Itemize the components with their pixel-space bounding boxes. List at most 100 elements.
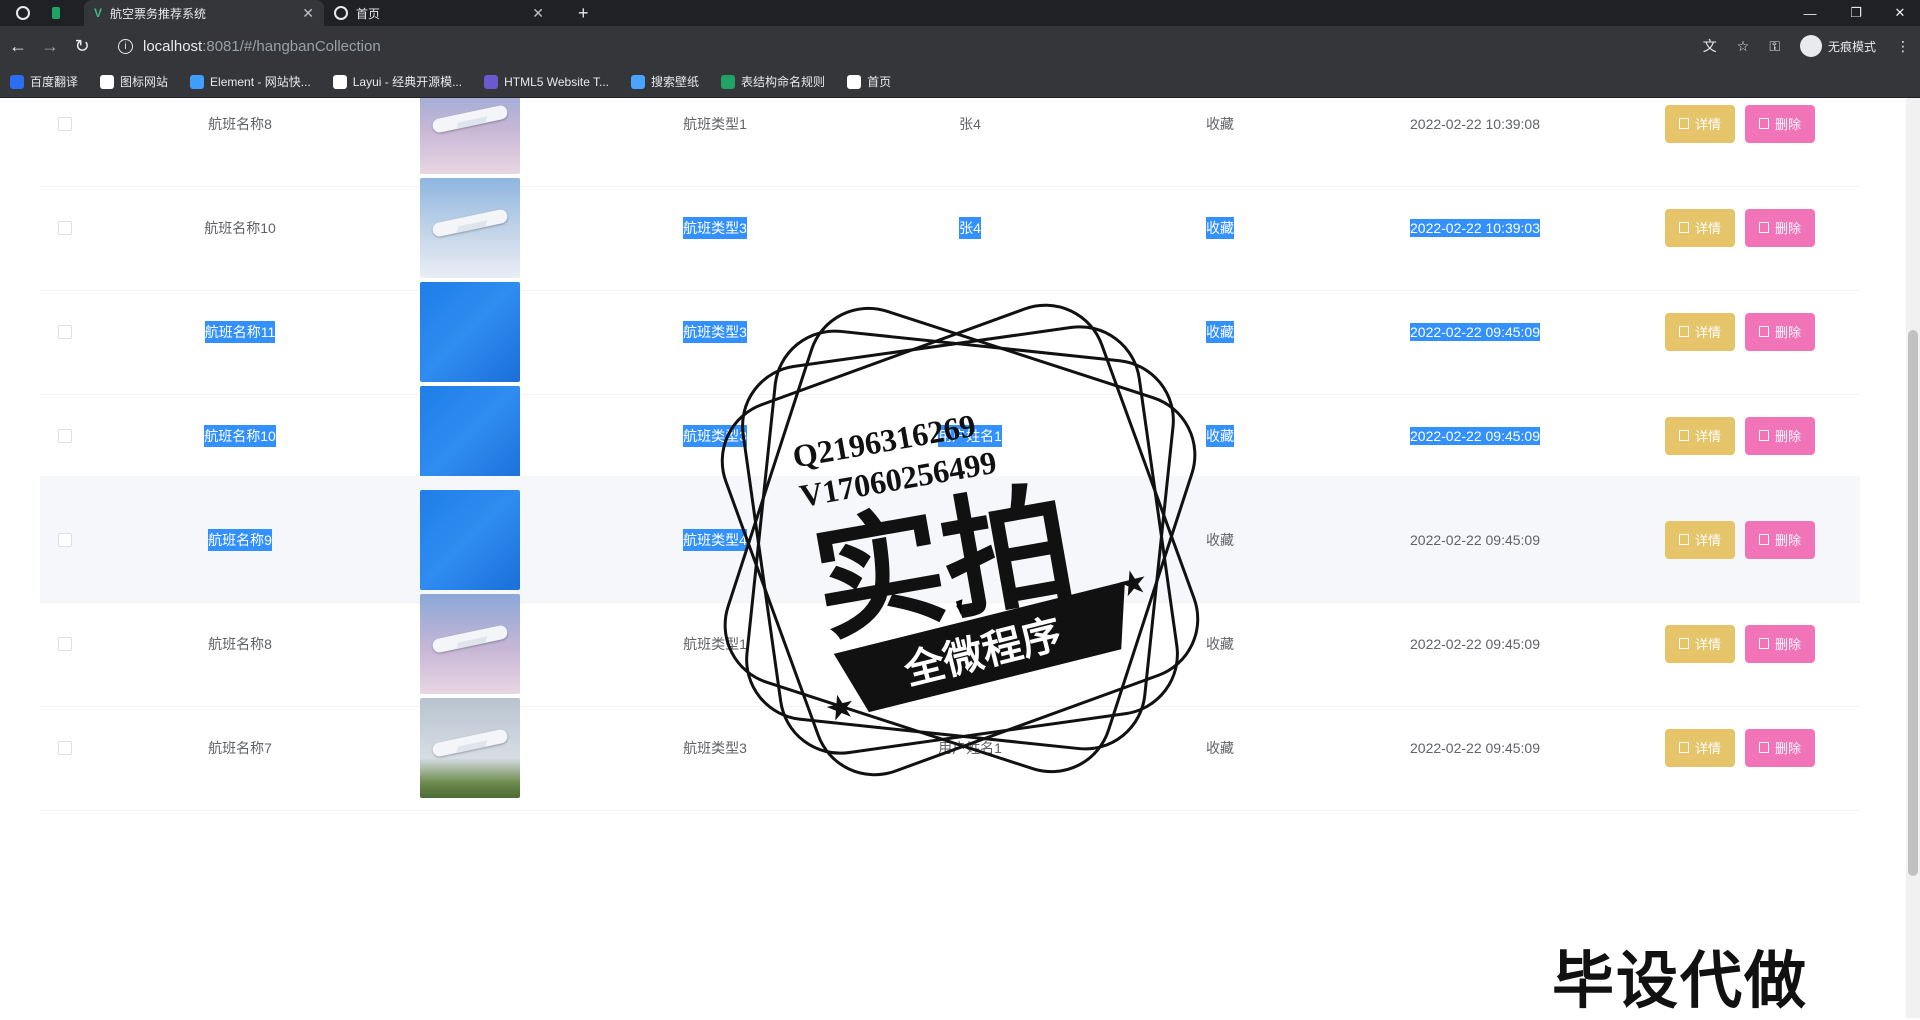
bookmark-icon xyxy=(847,74,862,89)
delete-label: 删除 xyxy=(1775,533,1802,548)
bookmark-icon xyxy=(721,74,736,89)
row-checkbox[interactable] xyxy=(58,116,72,131)
cell-text: 收藏 xyxy=(1206,216,1234,239)
user-cell: 用户姓名1 xyxy=(860,684,1080,811)
detail-button[interactable]: 详情 xyxy=(1664,104,1735,143)
row-checkbox[interactable] xyxy=(58,636,72,651)
cell-text: 2022-02-22 09:45:09 xyxy=(1410,322,1540,341)
delete-button[interactable]: 删除 xyxy=(1745,624,1816,663)
cell-text: 收藏 xyxy=(1206,424,1234,447)
bookmark-item[interactable]: 首页 xyxy=(847,73,891,90)
cell-text: 航班名称10 xyxy=(204,219,276,236)
bookmark-item[interactable]: Element - 网站快... xyxy=(190,73,311,90)
info-icon[interactable]: i xyxy=(118,38,133,54)
detail-button[interactable]: 详情 xyxy=(1664,520,1735,559)
flight-image[interactable] xyxy=(420,489,520,590)
corner-watermark: 毕设代做 xyxy=(1552,944,1809,1017)
bookmark-label: 表结构命名规则 xyxy=(741,75,826,89)
document-icon xyxy=(1678,222,1689,233)
row-checkbox-cell[interactable] xyxy=(40,684,90,811)
detail-button[interactable]: 详情 xyxy=(1664,312,1735,351)
bookmark-item[interactable]: HTML5 Website T... xyxy=(484,74,609,89)
reload-icon[interactable]: ↻ xyxy=(70,34,94,58)
detail-label: 详情 xyxy=(1694,221,1721,236)
detail-button[interactable]: 详情 xyxy=(1664,208,1735,247)
trash-icon xyxy=(1759,534,1769,545)
bookmark-item[interactable]: 搜索壁纸 xyxy=(631,73,699,90)
delete-button[interactable]: 删除 xyxy=(1745,416,1816,455)
back-icon[interactable]: ← xyxy=(6,34,30,58)
cell-text: 航班类型1 xyxy=(683,115,747,132)
translate-icon[interactable]: 文 xyxy=(1703,36,1717,56)
close-tab-icon[interactable]: ✕ xyxy=(302,5,314,22)
row-checkbox[interactable] xyxy=(58,532,72,547)
browser-menu-icon[interactable] xyxy=(6,0,42,26)
cell-text: 航班名称7 xyxy=(208,739,272,756)
close-tab-icon[interactable]: ✕ xyxy=(532,5,544,22)
cell-text: 航班名称11 xyxy=(204,320,276,343)
cell-text: 航班类型3 xyxy=(683,739,747,756)
cell-text: 张4 xyxy=(959,216,981,239)
document-icon xyxy=(1678,742,1689,753)
star-icon[interactable]: ☆ xyxy=(1737,38,1750,55)
trash-icon xyxy=(1759,118,1769,129)
incognito-badge[interactable]: 无痕模式 xyxy=(1799,35,1876,57)
detail-button[interactable]: 详情 xyxy=(1664,416,1735,455)
url-field[interactable]: i localhost:8081/#/hangbanCollection xyxy=(118,32,1678,60)
flight-image-cell xyxy=(380,684,560,811)
url-path: :8081/#/hangbanCollection xyxy=(202,37,381,55)
more-menu-icon[interactable]: ⋮ xyxy=(1896,38,1910,55)
row-checkbox[interactable] xyxy=(58,428,72,443)
bookmark-item[interactable]: Layui - 经典开源模... xyxy=(332,73,463,90)
cell-text: 航班类型3 xyxy=(683,216,747,239)
delete-label: 删除 xyxy=(1775,221,1802,236)
cell-text: 2022-02-22 10:39:03 xyxy=(1410,218,1540,237)
detail-button[interactable]: 详情 xyxy=(1664,728,1735,767)
globe-icon xyxy=(334,6,348,20)
table-row[interactable]: 航班名称7 航班类型3 用户姓名1 收藏 2022-02-22 09:45:09 详情 删除 xyxy=(40,684,1860,811)
bookmark-item[interactable]: 百度翻译 xyxy=(10,73,78,90)
detail-label: 详情 xyxy=(1694,325,1721,340)
bookmark-item[interactable]: 表结构命名规则 xyxy=(721,73,825,90)
delete-button[interactable]: 删除 xyxy=(1745,104,1816,143)
pinned-tab-icon[interactable] xyxy=(42,0,70,26)
bookmark-label: Layui - 经典开源模... xyxy=(352,75,463,89)
flight-image[interactable] xyxy=(420,385,520,486)
flight-image[interactable] xyxy=(420,177,520,278)
scrollbar-thumb[interactable] xyxy=(1908,330,1918,876)
delete-button[interactable]: 删除 xyxy=(1745,520,1816,559)
row-checkbox[interactable] xyxy=(58,220,72,235)
flight-image[interactable] xyxy=(420,98,520,174)
flight-image[interactable] xyxy=(420,593,520,694)
delete-button[interactable]: 删除 xyxy=(1745,312,1816,351)
detail-button[interactable]: 详情 xyxy=(1664,624,1735,663)
delete-button[interactable]: 删除 xyxy=(1745,728,1816,767)
cell-text: 2022-02-22 09:45:09 xyxy=(1410,531,1540,548)
tab-flight-system[interactable]: V 航空票务推荐系统 ✕ xyxy=(84,0,324,26)
url-host: localhost xyxy=(143,37,203,55)
row-checkbox[interactable] xyxy=(58,740,72,755)
close-window-icon[interactable]: ✕ xyxy=(1880,0,1920,26)
trash-icon xyxy=(1759,638,1769,649)
flight-type-cell: 航班类型3 xyxy=(600,684,830,811)
delete-label: 删除 xyxy=(1775,325,1802,340)
forward-icon[interactable]: → xyxy=(38,34,62,58)
vue-icon: V xyxy=(94,6,103,20)
scrollbar-track[interactable] xyxy=(1906,98,1920,1018)
delete-button[interactable]: 删除 xyxy=(1745,208,1816,247)
key-icon[interactable]: ⚿ xyxy=(1769,38,1780,55)
restore-icon[interactable]: ❐ xyxy=(1836,0,1876,26)
tab-home[interactable]: 首页 ✕ xyxy=(324,0,554,26)
address-bar-row: ← → ↻ i localhost:8081/#/hangbanCollecti… xyxy=(0,26,1920,66)
actions-cell: 详情 删除 xyxy=(1620,684,1860,811)
minimize-icon[interactable]: — xyxy=(1790,0,1830,26)
trash-icon xyxy=(1759,430,1769,441)
delete-label: 删除 xyxy=(1775,429,1802,444)
flight-image[interactable] xyxy=(420,697,520,798)
flight-image[interactable] xyxy=(420,281,520,382)
cell-text: 航班类型1 xyxy=(683,635,747,652)
row-checkbox[interactable] xyxy=(58,324,72,339)
detail-label: 详情 xyxy=(1694,637,1721,652)
new-tab-button[interactable]: + xyxy=(568,0,598,26)
bookmark-item[interactable]: 图标网站 xyxy=(100,73,168,90)
